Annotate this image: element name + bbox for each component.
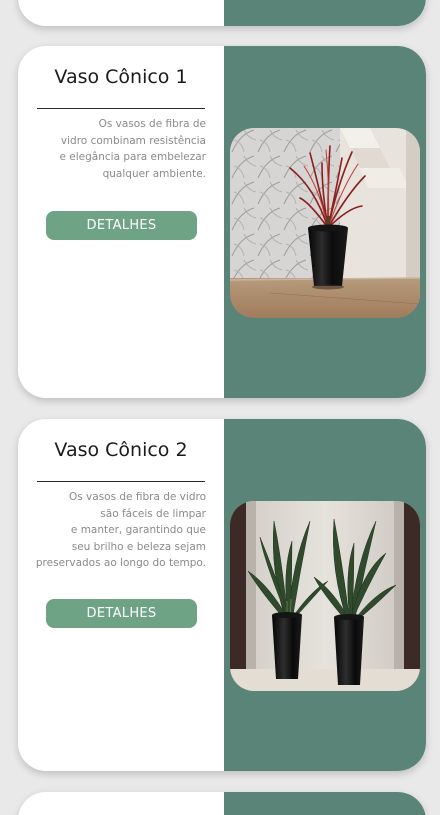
details-button[interactable]: DETALHES [46,211,197,240]
card-text-panel [18,0,224,26]
details-button[interactable]: DETALHES [46,599,197,628]
product-description: Os vasos de fibra de vidro são fáceis de… [35,491,206,569]
product-list: Vaso Cônico 1 Os vasos de fibra de vidro… [0,0,440,815]
product-title: Vaso Cônico 1 [54,66,188,88]
card-image-panel [224,792,426,815]
vase-plant-photo-illustration [230,501,420,691]
product-card: Vaso Cônico 2 Os vasos de fibra de vidro… [18,419,426,771]
title-divider [37,481,205,482]
product-photo [230,128,420,318]
card-text-panel [18,792,224,815]
card-image-panel [224,46,426,398]
card-text-panel: Vaso Cônico 2 Os vasos de fibra de vidro… [18,419,224,771]
card-text-panel: Vaso Cônico 1 Os vasos de fibra de vidro… [18,46,224,398]
product-card: Vaso Cônico 1 Os vasos de fibra de vidro… [18,46,426,398]
title-divider [37,108,205,109]
vase-plant-photo-illustration [230,128,420,318]
product-description: Os vasos de fibra de vidro combinam resi… [59,118,207,180]
product-title: Vaso Cônico 2 [54,439,188,461]
card-image-panel [224,0,426,26]
product-card-partial-bottom [18,792,426,815]
product-card-partial-top [18,0,426,26]
product-photo [230,501,420,691]
card-image-panel [224,419,426,771]
